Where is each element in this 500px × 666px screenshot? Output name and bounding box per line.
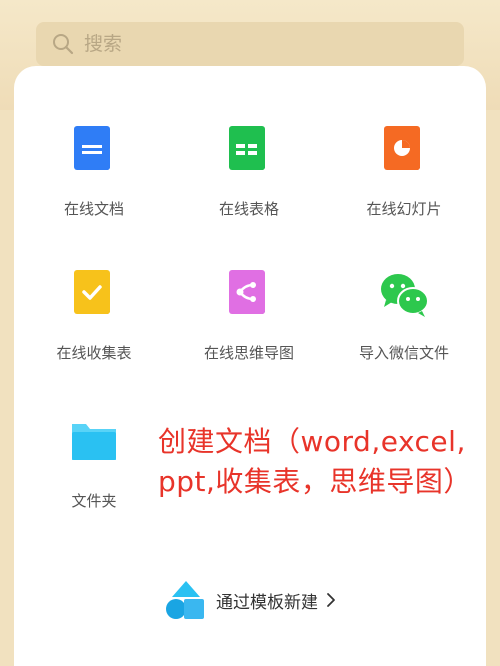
- import-wechat-file-button[interactable]: 导入微信文件: [326, 270, 482, 380]
- grid-item-label: 文件夹: [71, 492, 117, 510]
- create-folder-button[interactable]: 文件夹: [16, 418, 172, 528]
- slides-icon: [384, 126, 420, 170]
- chevron-right-icon: [327, 593, 335, 607]
- annotation-text: 创建文档（word,excel, ppt,收集表，思维导图）: [158, 422, 488, 502]
- grid-item-label: 在线思维导图: [203, 344, 294, 362]
- new-from-template-button[interactable]: 通过模板新建: [164, 578, 336, 622]
- template-label: 通过模板新建: [216, 592, 318, 613]
- grid-item-label: 在线收集表: [56, 344, 132, 362]
- create-online-mindmap-button[interactable]: 在线思维导图: [171, 270, 327, 380]
- create-online-doc-button[interactable]: 在线文档: [16, 126, 172, 236]
- grid-item-label: 在线表格: [218, 200, 279, 218]
- doc-icon: [74, 126, 110, 170]
- grid-item-label: 导入微信文件: [358, 344, 449, 362]
- mindmap-icon: [229, 270, 265, 314]
- form-icon: [74, 270, 110, 314]
- create-sheet: 在线文档 在线表格 在线幻灯片 在线收集表 在线思维导图 导入微信文件 文件夹 …: [14, 66, 486, 666]
- sheet-icon: [229, 126, 265, 170]
- folder-icon: [72, 424, 116, 460]
- grid-item-label: 在线幻灯片: [366, 200, 442, 218]
- grid-item-label: 在线文档: [63, 200, 124, 218]
- search-icon: [53, 34, 74, 55]
- create-online-sheet-button[interactable]: 在线表格: [171, 126, 327, 236]
- template-shapes-icon: [166, 581, 204, 619]
- wechat-icon: [381, 274, 429, 317]
- create-online-slides-button[interactable]: 在线幻灯片: [326, 126, 482, 236]
- search-bar[interactable]: [36, 22, 464, 66]
- annotation-line-2: ppt,收集表，思维导图）: [158, 465, 472, 498]
- create-online-form-button[interactable]: 在线收集表: [16, 270, 172, 380]
- search-input[interactable]: [82, 32, 446, 56]
- annotation-line-1: 创建文档（word,excel,: [158, 425, 466, 458]
